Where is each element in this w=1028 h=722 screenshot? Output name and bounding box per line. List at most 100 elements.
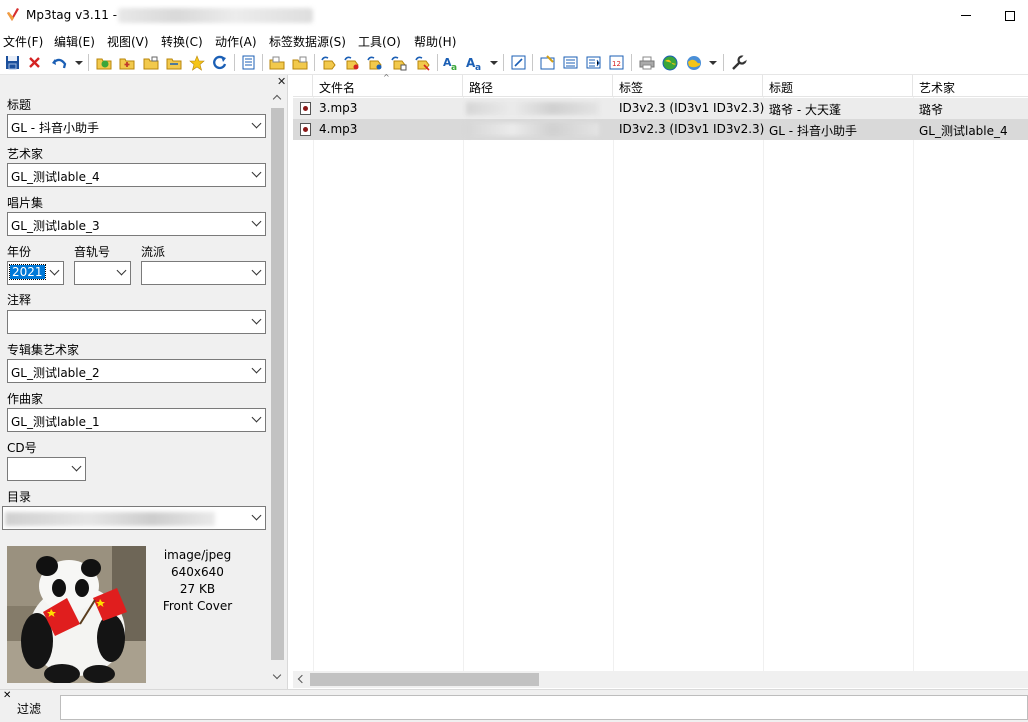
menu-file[interactable]: 文件(F)	[3, 33, 43, 50]
cover-art[interactable]	[7, 546, 146, 683]
genre-field[interactable]	[141, 261, 266, 285]
scrollbar-thumb[interactable]	[271, 108, 284, 660]
column-filename-label: 文件名	[319, 81, 356, 95]
album-artist-value: GL_测试lable_2	[11, 366, 100, 380]
tag-to-tag-icon[interactable]	[366, 54, 383, 71]
delete-icon[interactable]	[26, 54, 43, 71]
web-source2-icon[interactable]	[685, 54, 702, 71]
title-bar: Mp3tag v3.11 -	[0, 0, 1028, 31]
paste-tag-icon[interactable]	[291, 54, 308, 71]
menu-help[interactable]: 帮助(H)	[414, 33, 456, 50]
scan-icon[interactable]: 12	[608, 54, 625, 71]
chevron-down-icon[interactable]	[251, 216, 262, 227]
filter-input[interactable]	[60, 695, 1028, 720]
column-header-title[interactable]: 标题	[763, 75, 913, 97]
column-divider	[613, 97, 614, 671]
cell-path-redacted	[466, 102, 599, 115]
scroll-up-icon[interactable]	[272, 94, 282, 104]
column-header-artist[interactable]: 艺术家	[913, 75, 1028, 97]
minimize-button[interactable]	[944, 0, 988, 31]
chevron-down-icon[interactable]	[251, 167, 262, 178]
app-logo-icon	[7, 8, 19, 21]
column-header-icon[interactable]	[293, 75, 313, 97]
tag-to-file-icon[interactable]	[320, 54, 337, 71]
chevron-down-icon[interactable]	[49, 265, 60, 276]
print-icon[interactable]	[638, 54, 655, 71]
chevron-down-icon[interactable]	[116, 265, 127, 276]
numbering-icon[interactable]	[585, 54, 602, 71]
album-artist-field[interactable]: GL_测试lable_2	[7, 359, 266, 383]
column-header-path[interactable]: 路径	[463, 75, 613, 97]
menu-actions[interactable]: 动作(A)	[215, 33, 257, 50]
directory-field[interactable]	[2, 506, 266, 530]
cell-title: GL - 抖音小助手	[769, 124, 857, 138]
panel-scrollbar[interactable]	[269, 90, 286, 684]
replace-icon[interactable]: Aa	[443, 54, 460, 71]
filter-bar: ✕ 过滤	[0, 689, 1028, 722]
column-header-tag[interactable]: 标签	[613, 75, 763, 97]
ini-icon[interactable]	[562, 54, 579, 71]
menu-tag-sources[interactable]: 标签数据源(S)	[269, 33, 346, 50]
web-source-dropdown-icon[interactable]	[709, 61, 717, 65]
disc-label: CD号	[7, 441, 37, 455]
export-icon[interactable]	[510, 54, 527, 71]
menu-edit[interactable]: 编辑(E)	[54, 33, 95, 50]
tools-icon[interactable]	[730, 54, 747, 71]
menu-convert[interactable]: 转换(C)	[161, 33, 203, 50]
web-source-icon[interactable]	[661, 54, 678, 71]
save-icon[interactable]	[4, 54, 21, 71]
case-dropdown-icon[interactable]	[490, 61, 498, 65]
menu-tools[interactable]: 工具(O)	[358, 33, 401, 50]
year-field[interactable]: 2021	[7, 261, 64, 285]
list-row-selected[interactable]: 4.mp3 ID3v2.3 (ID3v1 ID3v2.3) GL - 抖音小助手…	[293, 119, 1028, 140]
change-dir-icon[interactable]	[118, 54, 135, 71]
composer-field[interactable]: GL_测试lable_1	[7, 408, 266, 432]
close-filter-icon[interactable]: ✕	[3, 690, 11, 701]
cell-title: 璐爷 - 大天蓬	[769, 103, 841, 117]
comment-field[interactable]	[7, 310, 266, 334]
undo-icon[interactable]	[50, 54, 67, 71]
refresh-icon[interactable]	[211, 54, 228, 71]
chevron-down-icon[interactable]	[251, 412, 262, 423]
case-icon[interactable]: Aa	[466, 54, 483, 71]
chevron-down-icon[interactable]	[251, 510, 262, 521]
favorite-icon[interactable]	[188, 54, 205, 71]
column-tag-label: 标签	[619, 81, 644, 95]
scrollbar-thumb[interactable]	[310, 673, 539, 686]
artist-field[interactable]: GL_测试lable_4	[7, 163, 266, 187]
chevron-down-icon[interactable]	[251, 118, 262, 129]
cell-path-redacted	[466, 123, 599, 136]
list-row[interactable]: 3.mp3 ID3v2.3 (ID3v1 ID3v2.3) 璐爷 - 大天蓬 璐…	[293, 98, 1028, 119]
title-field[interactable]: GL - 抖音小助手	[7, 114, 266, 138]
cover-dimensions: 640x640	[171, 565, 224, 579]
column-path-label: 路径	[469, 81, 494, 95]
horizontal-scrollbar[interactable]	[293, 671, 1028, 688]
genre-label: 流派	[141, 245, 166, 259]
disc-field[interactable]	[7, 457, 86, 481]
close-panel-icon[interactable]: ✕	[277, 75, 286, 88]
open-folder-icon[interactable]	[165, 54, 182, 71]
columns-icon[interactable]	[240, 54, 257, 71]
sort-ascending-icon: ^	[383, 73, 390, 82]
track-field[interactable]	[74, 261, 131, 285]
chevron-down-icon[interactable]	[251, 314, 262, 325]
undo-dropdown-icon[interactable]	[75, 61, 83, 65]
scroll-down-icon[interactable]	[272, 670, 282, 680]
chevron-down-icon[interactable]	[251, 265, 262, 276]
text-to-tag-icon[interactable]	[390, 54, 407, 71]
file-to-tag-icon[interactable]	[343, 54, 360, 71]
add-dir-icon[interactable]	[95, 54, 112, 71]
album-field[interactable]: GL_测试lable_3	[7, 212, 266, 236]
maximize-button[interactable]	[988, 0, 1028, 31]
chevron-down-icon[interactable]	[71, 461, 82, 472]
folder-icon[interactable]	[142, 54, 159, 71]
comment-label: 注释	[7, 293, 32, 307]
chevron-down-icon[interactable]	[251, 363, 262, 374]
album-artist-label: 专辑集艺术家	[7, 343, 80, 357]
tag-to-text-icon[interactable]	[414, 54, 431, 71]
scroll-left-icon[interactable]	[297, 674, 307, 684]
autonumber-icon[interactable]	[539, 54, 556, 71]
menu-view[interactable]: 视图(V)	[107, 33, 149, 50]
file-list: 文件名 路径 标签 标题 艺术家 ^ 3.mp3 ID3v2.3 (ID3v1 …	[293, 73, 1028, 689]
copy-tag-icon[interactable]	[268, 54, 285, 71]
